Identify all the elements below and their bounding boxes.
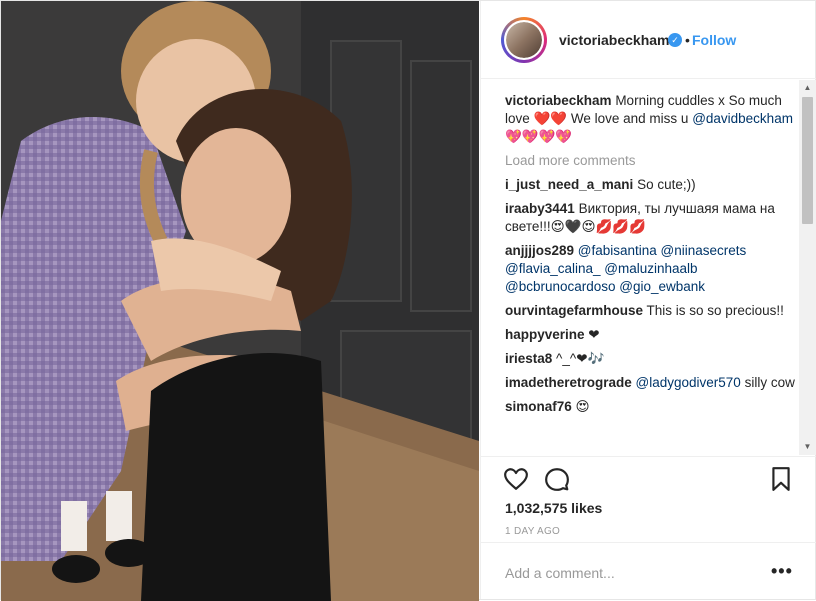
follow-button[interactable]: Follow [692, 32, 736, 48]
comment-text: ^_^❤🎶 [552, 351, 605, 366]
comment-username[interactable]: ourvintagefarmhouse [505, 303, 643, 318]
post-sidebar: victoriabeckham ✓ • Follow victoriabeckh… [480, 1, 816, 599]
add-comment-bar: Add a comment... ••• [481, 542, 816, 599]
caption: victoriabeckham Morning cuddles x So muc… [505, 92, 795, 146]
comment-username[interactable]: happyverine [505, 327, 585, 342]
heart-icon[interactable] [503, 466, 529, 492]
comment-item: iraaby3441 Виктория, ты лучшаяя мама на … [505, 200, 795, 236]
post-timestamp[interactable]: 1 DAY AGO [505, 526, 560, 537]
comment-text: silly cow [740, 375, 795, 390]
load-more-comments-button[interactable]: Load more comments [505, 152, 795, 170]
story-ring[interactable] [501, 17, 547, 63]
comments-list: victoriabeckham Morning cuddles x So muc… [505, 92, 795, 422]
comment-item: happyverine ❤ [505, 326, 795, 344]
comment-text: This is so so precious!! [643, 303, 784, 318]
comment-text: 😍 [571, 399, 590, 414]
comment-item: iriesta8 ^_^❤🎶 [505, 350, 795, 368]
comments-scrollbar[interactable]: ▲ ▼ [799, 80, 816, 455]
comment-mention[interactable]: @ladygodiver570 [632, 375, 741, 390]
post-photo[interactable] [1, 1, 479, 601]
comment-item: imadetheretrograde @ladygodiver570 silly… [505, 374, 795, 392]
header-username[interactable]: victoriabeckham [559, 32, 670, 48]
add-comment-input[interactable]: Add a comment... [505, 565, 615, 581]
bookmark-icon[interactable] [768, 466, 794, 492]
comment-username[interactable]: iraaby3441 [505, 201, 575, 216]
caption-mention[interactable]: @davidbeckham [692, 111, 793, 126]
comment-text: ❤ [584, 327, 600, 342]
photo-illustration [1, 1, 479, 601]
comment-item: ourvintagefarmhouse This is so so precio… [505, 302, 795, 320]
comment-icon[interactable] [544, 466, 570, 492]
comment-username[interactable]: imadetheretrograde [505, 375, 632, 390]
likes-count[interactable]: 1,032,575 likes [505, 500, 602, 516]
comment-username[interactable]: i_just_need_a_mani [505, 177, 633, 192]
scroll-up-arrow-icon[interactable]: ▲ [799, 82, 816, 94]
avatar[interactable] [504, 20, 544, 60]
comment-item: anjjjjos289 @fabisantina @niinasecrets @… [505, 242, 795, 296]
caption-text-end: 💖💖💖💖 [505, 129, 573, 144]
scroll-thumb[interactable] [802, 97, 813, 224]
verified-badge-icon: ✓ [668, 33, 682, 47]
comment-username[interactable]: anjjjjos289 [505, 243, 574, 258]
post-header: victoriabeckham ✓ • Follow [481, 1, 816, 79]
scroll-down-arrow-icon[interactable]: ▼ [799, 441, 816, 453]
more-options-icon[interactable]: ••• [771, 561, 793, 582]
comment-item: simonaf76 😍 [505, 398, 795, 416]
comments-panel: victoriabeckham Morning cuddles x So muc… [481, 80, 816, 455]
comment-username[interactable]: iriesta8 [505, 351, 552, 366]
header-separator: • [685, 32, 690, 48]
comment-text: So cute;)) [633, 177, 696, 192]
caption-username[interactable]: victoriabeckham [505, 93, 612, 108]
comment-item: i_just_need_a_mani So cute;)) [505, 176, 795, 194]
comment-username[interactable]: simonaf76 [505, 399, 572, 414]
instagram-post: victoriabeckham ✓ • Follow victoriabeckh… [0, 0, 816, 601]
